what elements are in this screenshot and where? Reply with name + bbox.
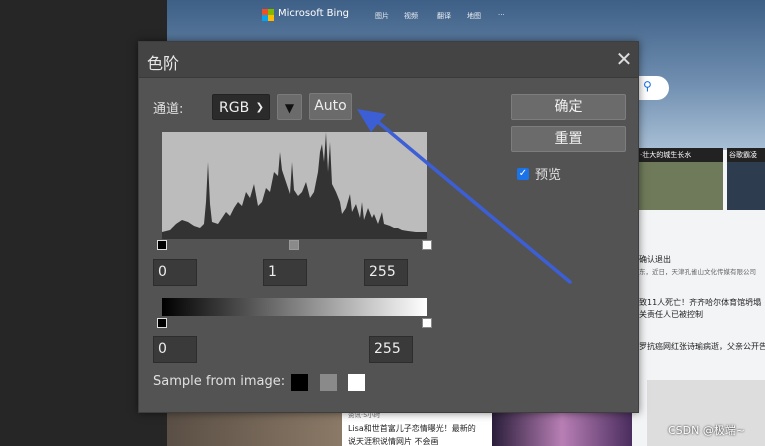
news-title[interactable]: Lisa和世首富儿子恋情曝光！最新的 — [348, 423, 476, 434]
histogram-graph — [162, 132, 427, 239]
news-title[interactable]: 致11人死亡！齐齐哈尔体育馆坍塌 — [639, 297, 765, 308]
dialog-title: 色阶 — [147, 54, 180, 73]
input-gamma-slider[interactable] — [289, 240, 299, 250]
chevron-down-icon: ❯ — [255, 102, 264, 113]
output-white-slider[interactable] — [422, 318, 432, 328]
close-icon[interactable]: ✕ — [613, 47, 635, 71]
watermark: CSDN @极端~ — [668, 424, 746, 437]
search-icon[interactable]: ⚲ — [643, 79, 652, 93]
histogram-area — [162, 132, 427, 239]
input-white-field[interactable]: 255 — [364, 259, 408, 286]
news-title[interactable]: 说天涯积说情网片 不会画 — [348, 436, 439, 446]
input-gamma-field[interactable]: 1 — [263, 259, 307, 286]
input-white-slider[interactable] — [422, 240, 432, 250]
sample-black-eyedropper[interactable] — [291, 374, 308, 391]
input-black-field[interactable]: 0 — [153, 259, 197, 286]
dialog-titlebar[interactable]: 色阶 ✕ — [139, 42, 638, 78]
output-gradient — [162, 298, 427, 316]
nav-item-maps[interactable]: 地图 — [467, 11, 481, 21]
news-title[interactable]: 罗抗癌网红张诗瑜病逝，父亲公开告 — [639, 341, 765, 352]
sample-white-eyedropper[interactable] — [348, 374, 365, 391]
news-title[interactable]: 确认退出 — [639, 254, 765, 265]
microsoft-logo-icon — [262, 9, 274, 21]
histogram — [162, 132, 427, 239]
output-black-slider[interactable] — [157, 318, 167, 328]
levels-dialog: 色阶 ✕ 通道: RGB ❯ ▼ Auto 确定 重置 ✓ 预览 0 1 255… — [138, 41, 639, 413]
nav-item-translate[interactable]: 翻译 — [437, 11, 451, 21]
sample-label: Sample from image: — [153, 374, 286, 389]
preview-label[interactable]: 预览 — [535, 164, 561, 183]
brand-name[interactable]: Microsoft Bing — [278, 8, 349, 19]
nav-item-images[interactable]: 图片 — [375, 11, 389, 21]
input-black-slider[interactable] — [157, 240, 167, 250]
news-sub: 东，近日，天津孔雀山文化传媒有限公司 — [639, 268, 756, 276]
checkmark-icon: ✓ — [518, 168, 528, 179]
ok-button[interactable]: 确定 — [511, 94, 626, 120]
channel-select[interactable]: RGB ❯ — [212, 94, 270, 120]
news-card[interactable]: 谷歌霸凌 — [727, 148, 765, 210]
output-white-field[interactable]: 255 — [369, 336, 413, 363]
sample-gray-eyedropper[interactable] — [320, 374, 337, 391]
preset-dropdown-button[interactable]: ▼ — [277, 94, 302, 120]
card-caption: 谷歌霸凌 — [727, 148, 765, 162]
auto-button[interactable]: Auto — [309, 93, 352, 120]
channel-value: RGB — [219, 100, 250, 116]
reset-button[interactable]: 重置 — [511, 126, 626, 152]
nav-item-videos[interactable]: 视频 — [404, 11, 418, 21]
preview-checkbox[interactable]: ✓ — [517, 168, 529, 180]
channel-label: 通道: — [153, 102, 184, 117]
news-card[interactable]: ·壮大的城生长水 — [637, 148, 723, 210]
news-title[interactable]: 关责任人已被控制 — [639, 309, 765, 320]
card-caption: ·壮大的城生长水 — [637, 148, 723, 162]
nav-item-more[interactable]: ··· — [498, 11, 505, 19]
output-black-field[interactable]: 0 — [153, 336, 197, 363]
